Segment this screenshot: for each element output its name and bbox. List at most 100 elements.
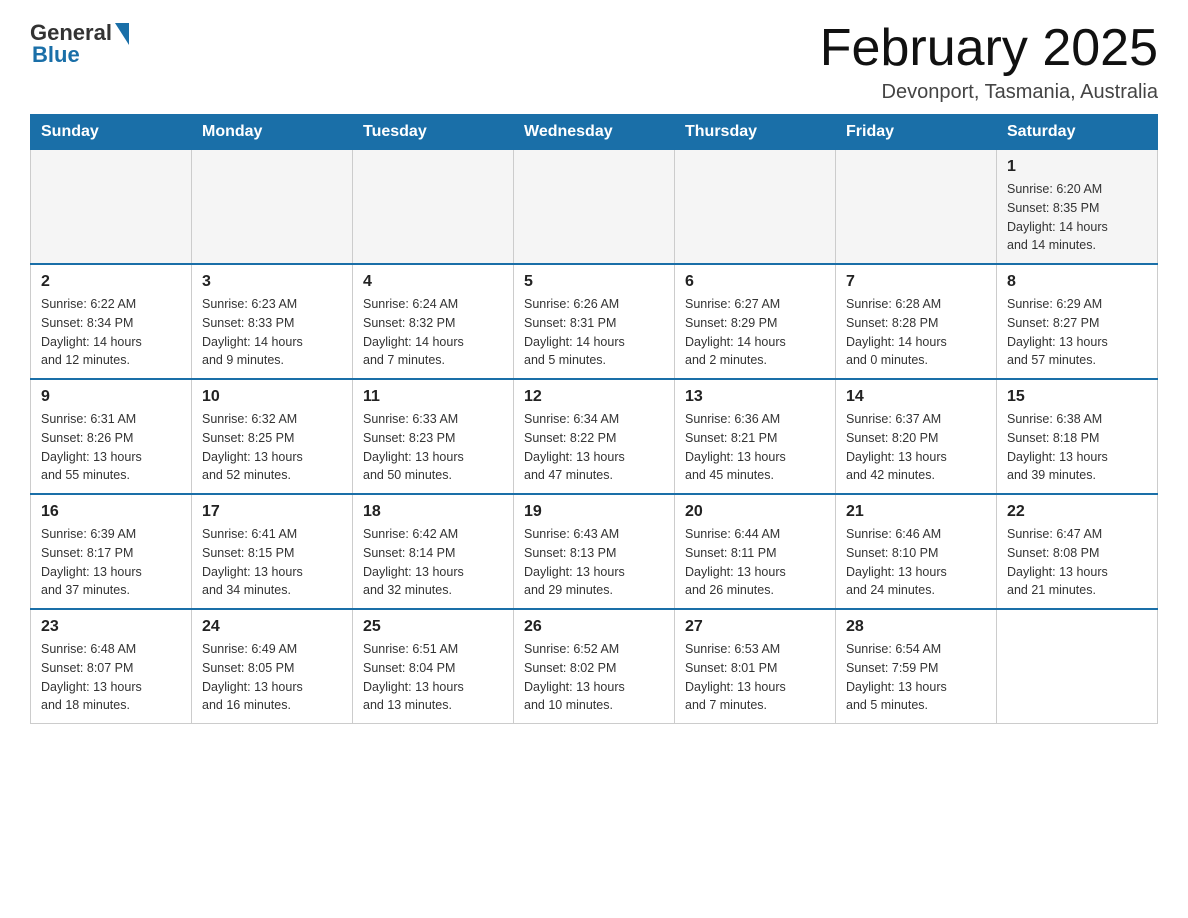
table-row (31, 150, 192, 265)
table-row: 24 Sunrise: 6:49 AM Sunset: 8:05 PM Dayli… (192, 609, 353, 724)
table-row (675, 150, 836, 265)
day-info: Sunrise: 6:47 AM Sunset: 8:08 PM Dayligh… (1007, 525, 1147, 600)
table-row: 10 Sunrise: 6:32 AM Sunset: 8:25 PM Dayli… (192, 379, 353, 494)
table-row: 8 Sunrise: 6:29 AM Sunset: 8:27 PM Daylig… (997, 264, 1158, 379)
day-info: Sunrise: 6:49 AM Sunset: 8:05 PM Dayligh… (202, 640, 342, 715)
day-info: Sunrise: 6:26 AM Sunset: 8:31 PM Dayligh… (524, 295, 664, 370)
day-number: 25 (363, 618, 503, 636)
day-info: Sunrise: 6:36 AM Sunset: 8:21 PM Dayligh… (685, 410, 825, 485)
table-row: 19 Sunrise: 6:43 AM Sunset: 8:13 PM Dayli… (514, 494, 675, 609)
day-number: 1 (1007, 158, 1147, 176)
calendar-table: Sunday Monday Tuesday Wednesday Thursday… (30, 114, 1158, 724)
header-thursday: Thursday (675, 115, 836, 150)
day-number: 10 (202, 388, 342, 406)
table-row (353, 150, 514, 265)
table-row: 2Sunrise: 6:22 AM Sunset: 8:34 PM Daylig… (31, 264, 192, 379)
calendar-header-row: Sunday Monday Tuesday Wednesday Thursday… (31, 115, 1158, 150)
table-row: 5 Sunrise: 6:26 AM Sunset: 8:31 PM Daylig… (514, 264, 675, 379)
day-number: 14 (846, 388, 986, 406)
day-number: 13 (685, 388, 825, 406)
table-row: 21 Sunrise: 6:46 AM Sunset: 8:10 PM Dayli… (836, 494, 997, 609)
day-number: 24 (202, 618, 342, 636)
day-info: Sunrise: 6:32 AM Sunset: 8:25 PM Dayligh… (202, 410, 342, 485)
table-row: 27 Sunrise: 6:53 AM Sunset: 8:01 PM Dayli… (675, 609, 836, 724)
day-info: Sunrise: 6:42 AM Sunset: 8:14 PM Dayligh… (363, 525, 503, 600)
title-section: February 2025 Devonport, Tasmania, Austr… (820, 20, 1158, 104)
logo-arrow-icon (115, 23, 129, 45)
day-info: Sunrise: 6:46 AM Sunset: 8:10 PM Dayligh… (846, 525, 986, 600)
day-info: Sunrise: 6:54 AM Sunset: 7:59 PM Dayligh… (846, 640, 986, 715)
day-info: Sunrise: 6:27 AM Sunset: 8:29 PM Dayligh… (685, 295, 825, 370)
day-info: Sunrise: 6:44 AM Sunset: 8:11 PM Dayligh… (685, 525, 825, 600)
day-info: Sunrise: 6:48 AM Sunset: 8:07 PM Dayligh… (41, 640, 181, 715)
day-number: 6 (685, 273, 825, 291)
day-number: 16 (41, 503, 181, 521)
page-header: General Blue February 2025 Devonport, Ta… (30, 20, 1158, 104)
day-info: Sunrise: 6:52 AM Sunset: 8:02 PM Dayligh… (524, 640, 664, 715)
table-row: 12 Sunrise: 6:34 AM Sunset: 8:22 PM Dayli… (514, 379, 675, 494)
day-number: 23 (41, 618, 181, 636)
day-number: 5 (524, 273, 664, 291)
table-row (997, 609, 1158, 724)
header-sunday: Sunday (31, 115, 192, 150)
day-info: Sunrise: 6:41 AM Sunset: 8:15 PM Dayligh… (202, 525, 342, 600)
day-number: 9 (41, 388, 181, 406)
month-title: February 2025 (820, 20, 1158, 77)
day-info: Sunrise: 6:37 AM Sunset: 8:20 PM Dayligh… (846, 410, 986, 485)
table-row: 6 Sunrise: 6:27 AM Sunset: 8:29 PM Daylig… (675, 264, 836, 379)
header-saturday: Saturday (997, 115, 1158, 150)
day-number: 27 (685, 618, 825, 636)
header-friday: Friday (836, 115, 997, 150)
day-number: 11 (363, 388, 503, 406)
day-info: Sunrise: 6:53 AM Sunset: 8:01 PM Dayligh… (685, 640, 825, 715)
table-row: 22 Sunrise: 6:47 AM Sunset: 8:08 PM Dayli… (997, 494, 1158, 609)
day-number: 26 (524, 618, 664, 636)
location-subtitle: Devonport, Tasmania, Australia (820, 81, 1158, 104)
table-row: 16 Sunrise: 6:39 AM Sunset: 8:17 PM Dayli… (31, 494, 192, 609)
day-number: 28 (846, 618, 986, 636)
day-number: 22 (1007, 503, 1147, 521)
day-number: 15 (1007, 388, 1147, 406)
day-number: 21 (846, 503, 986, 521)
day-number: 7 (846, 273, 986, 291)
table-row: 7 Sunrise: 6:28 AM Sunset: 8:28 PM Daylig… (836, 264, 997, 379)
day-number: 19 (524, 503, 664, 521)
header-wednesday: Wednesday (514, 115, 675, 150)
table-row: 26 Sunrise: 6:52 AM Sunset: 8:02 PM Dayli… (514, 609, 675, 724)
table-row: 13 Sunrise: 6:36 AM Sunset: 8:21 PM Dayli… (675, 379, 836, 494)
day-number: 4 (363, 273, 503, 291)
table-row (836, 150, 997, 265)
day-number: 17 (202, 503, 342, 521)
table-row: 25 Sunrise: 6:51 AM Sunset: 8:04 PM Dayli… (353, 609, 514, 724)
day-number: 8 (1007, 273, 1147, 291)
table-row (192, 150, 353, 265)
table-row: 9Sunrise: 6:31 AM Sunset: 8:26 PM Daylig… (31, 379, 192, 494)
day-info: Sunrise: 6:34 AM Sunset: 8:22 PM Dayligh… (524, 410, 664, 485)
day-number: 20 (685, 503, 825, 521)
day-info: Sunrise: 6:29 AM Sunset: 8:27 PM Dayligh… (1007, 295, 1147, 370)
day-number: 3 (202, 273, 342, 291)
day-number: 18 (363, 503, 503, 521)
day-info: Sunrise: 6:24 AM Sunset: 8:32 PM Dayligh… (363, 295, 503, 370)
day-info: Sunrise: 6:43 AM Sunset: 8:13 PM Dayligh… (524, 525, 664, 600)
day-info: Sunrise: 6:39 AM Sunset: 8:17 PM Dayligh… (41, 525, 181, 600)
logo-blue-text: Blue (32, 42, 80, 68)
table-row: 1Sunrise: 6:20 AM Sunset: 8:35 PM Daylig… (997, 150, 1158, 265)
day-info: Sunrise: 6:38 AM Sunset: 8:18 PM Dayligh… (1007, 410, 1147, 485)
day-number: 12 (524, 388, 664, 406)
table-row: 17 Sunrise: 6:41 AM Sunset: 8:15 PM Dayli… (192, 494, 353, 609)
table-row: 11Sunrise: 6:33 AM Sunset: 8:23 PM Dayli… (353, 379, 514, 494)
table-row: 23 Sunrise: 6:48 AM Sunset: 8:07 PM Dayli… (31, 609, 192, 724)
header-tuesday: Tuesday (353, 115, 514, 150)
table-row: 15 Sunrise: 6:38 AM Sunset: 8:18 PM Dayli… (997, 379, 1158, 494)
day-info: Sunrise: 6:28 AM Sunset: 8:28 PM Dayligh… (846, 295, 986, 370)
day-number: 2 (41, 273, 181, 291)
table-row: 4 Sunrise: 6:24 AM Sunset: 8:32 PM Daylig… (353, 264, 514, 379)
day-info: Sunrise: 6:23 AM Sunset: 8:33 PM Dayligh… (202, 295, 342, 370)
table-row: 18 Sunrise: 6:42 AM Sunset: 8:14 PM Dayli… (353, 494, 514, 609)
table-row: 20 Sunrise: 6:44 AM Sunset: 8:11 PM Dayli… (675, 494, 836, 609)
logo: General Blue (30, 20, 129, 68)
table-row (514, 150, 675, 265)
day-info: Sunrise: 6:51 AM Sunset: 8:04 PM Dayligh… (363, 640, 503, 715)
table-row: 28 Sunrise: 6:54 AM Sunset: 7:59 PM Dayli… (836, 609, 997, 724)
